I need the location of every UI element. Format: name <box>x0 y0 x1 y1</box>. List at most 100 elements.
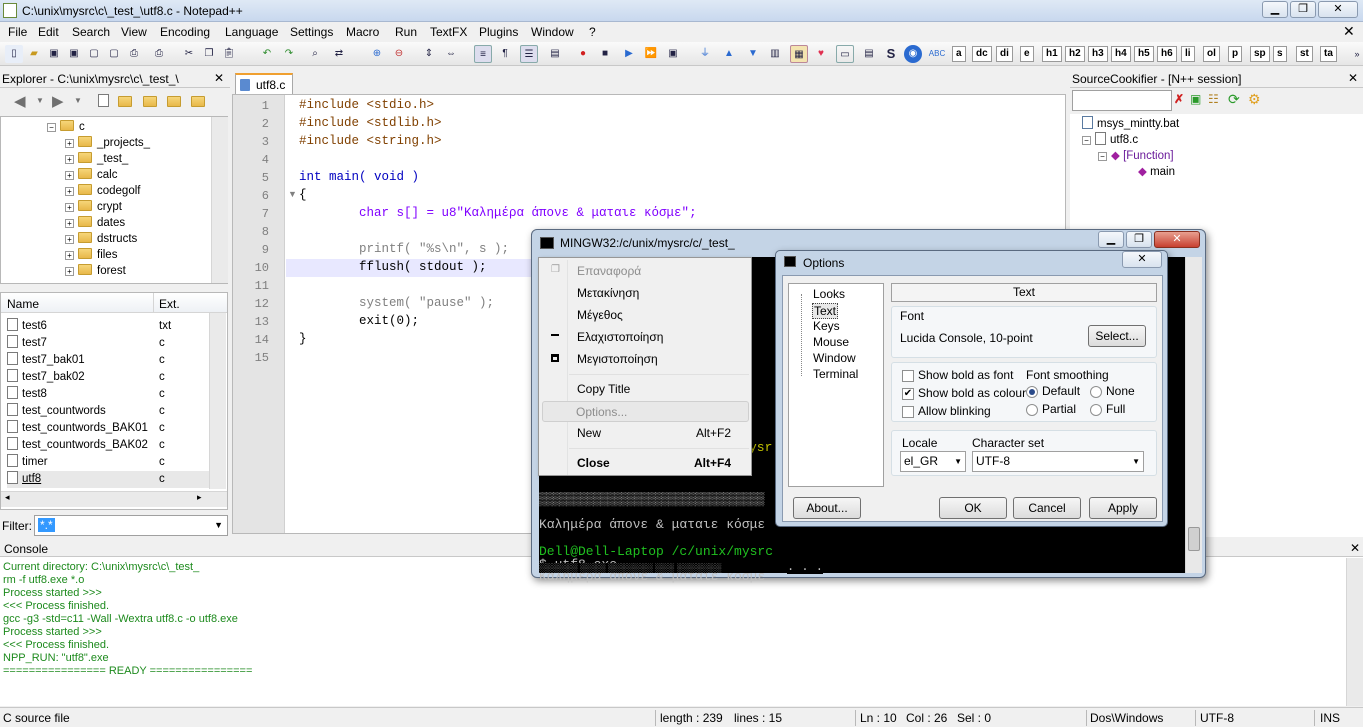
list-item[interactable]: test8 c <box>7 386 215 403</box>
play-macro-icon[interactable]: ▶ <box>620 45 638 63</box>
locale-select[interactable]: el_GR ▼ <box>900 451 966 472</box>
word-wrap-icon[interactable]: ≡ <box>474 45 492 63</box>
smoothing-default-radio[interactable] <box>1026 386 1038 398</box>
menu-window[interactable]: Window <box>531 25 574 39</box>
chevron-down-icon[interactable]: ▼ <box>214 516 223 535</box>
print-now-icon[interactable]: ⎙ <box>150 45 168 63</box>
ok-button[interactable]: OK <box>939 497 1007 519</box>
nav-window[interactable]: Window <box>813 351 856 365</box>
menu-close-doc-icon[interactable]: ✕ <box>1343 23 1355 40</box>
menu-language[interactable]: Language <box>225 25 278 39</box>
about-button[interactable]: About... <box>793 497 861 519</box>
menu-file[interactable]: File <box>8 25 27 39</box>
replace-icon[interactable]: ⇄ <box>330 45 348 63</box>
mingw-close-button[interactable]: ✕ <box>1154 231 1200 248</box>
sync-h-icon[interactable]: ⇔ <box>442 45 460 63</box>
paste-icon[interactable]: 📋︎ <box>220 45 238 63</box>
console-icon[interactable]: ▭ <box>836 45 854 63</box>
stop-macro-icon[interactable]: ■ <box>596 45 614 63</box>
scroll-left-icon[interactable]: ◂ <box>5 492 10 503</box>
menu-textfx[interactable]: TextFX <box>430 25 467 39</box>
list-item[interactable]: test_countwords_BAK02 c <box>7 437 215 454</box>
redo-icon[interactable]: ↷ <box>280 45 298 63</box>
tree-item[interactable]: + crypt <box>65 199 122 215</box>
save-icon[interactable]: ▣ <box>45 45 63 63</box>
menu-macro[interactable]: Macro <box>346 25 379 39</box>
file-list[interactable]: Name Ext. test6 txt test7 c test7_bak01 c t… <box>0 292 228 510</box>
menu-item-restore[interactable]: ❐ Επαναφορά <box>541 260 751 282</box>
heart-icon[interactable]: ♥ <box>812 45 830 63</box>
close-file-icon[interactable]: ▢ <box>85 45 103 63</box>
close-all-icon[interactable]: ▢ <box>105 45 123 63</box>
down-arrow-icon[interactable]: ▼ <box>744 45 762 63</box>
tree-scrollbar[interactable] <box>211 117 228 283</box>
spellcheck-icon[interactable]: ABC <box>928 45 946 63</box>
column-ext[interactable]: Ext. <box>159 297 180 311</box>
list-item-selected[interactable]: utf8 c <box>7 471 215 488</box>
html-tag-s[interactable]: s <box>1273 46 1287 62</box>
html-tag-ol[interactable]: ol <box>1203 46 1220 62</box>
menu-settings[interactable]: Settings <box>290 25 333 39</box>
menu-view[interactable]: View <box>121 25 147 39</box>
close-button[interactable]: ✕ <box>1318 1 1358 18</box>
open-folder-icon[interactable] <box>143 95 162 109</box>
cancel-button[interactable]: Cancel <box>1013 497 1081 519</box>
cookie-icon[interactable]: ◉ <box>904 45 922 63</box>
menu-run[interactable]: Run <box>395 25 417 39</box>
s-toggle-icon[interactable]: S <box>882 45 900 63</box>
options-close-button[interactable]: ✕ <box>1122 251 1162 268</box>
tree-item-c[interactable]: − c <box>47 119 85 135</box>
list-item[interactable]: test_countwords c <box>7 403 215 420</box>
save-macro-icon[interactable]: ▣ <box>664 45 682 63</box>
nav-keys[interactable]: Keys <box>813 319 840 333</box>
tree-item[interactable]: + files <box>65 247 117 263</box>
html-tag-st[interactable]: st <box>1296 46 1313 62</box>
undo-icon[interactable]: ↶ <box>258 45 276 63</box>
new-file-icon[interactable] <box>98 94 113 108</box>
menu-plugins[interactable]: Plugins <box>479 25 518 39</box>
new-file-icon[interactable]: ▯ <box>5 45 23 63</box>
list-item[interactable]: test7_bak01 c <box>7 352 215 369</box>
tree-item[interactable]: + forest <box>65 263 126 279</box>
html-tag-e[interactable]: e <box>1020 46 1034 62</box>
zoom-out-icon[interactable]: ⊖ <box>390 45 408 63</box>
cookifier-close-icon[interactable]: ✕ <box>1348 71 1358 85</box>
tree-item[interactable]: + _test_ <box>65 151 128 167</box>
menu-item-move[interactable]: Μετακίνηση <box>541 282 751 304</box>
refresh-doc-icon[interactable]: ▣ <box>1190 92 1201 106</box>
toolbar-overflow-icon[interactable]: » <box>1348 45 1363 63</box>
fold-marker-icon[interactable]: ▼ <box>288 189 297 199</box>
menu-item-new[interactable]: New Alt+F2 <box>541 422 751 444</box>
tree-item-function[interactable]: − ◆ [Function] <box>1098 148 1174 162</box>
sync-v-icon[interactable]: ⇕ <box>420 45 438 63</box>
options-nav-tree[interactable]: Looks Text Keys Mouse Window Terminal <box>788 283 884 487</box>
copy-icon[interactable]: ❐ <box>200 45 218 63</box>
up-arrow-icon[interactable]: ▲ <box>720 45 738 63</box>
html-tag-di[interactable]: di <box>996 46 1013 62</box>
fold-icon[interactable]: ⏚ <box>696 45 714 63</box>
select-font-button[interactable]: Select... <box>1088 325 1146 347</box>
filter-input[interactable]: *.* ▼ <box>34 515 228 536</box>
forward-icon[interactable]: ▶ <box>52 92 64 110</box>
doc-map-icon[interactable]: ▥ <box>766 45 784 63</box>
cookifier-search-input[interactable] <box>1072 90 1172 111</box>
sync-icon[interactable]: ⟳ <box>1228 91 1240 108</box>
allow-blinking-checkbox[interactable] <box>902 406 914 418</box>
tree-item-msys[interactable]: msys_mintty.bat <box>1082 116 1179 130</box>
html-tag-ta[interactable]: ta <box>1320 46 1337 62</box>
html-tag-h1[interactable]: h1 <box>1042 46 1062 62</box>
list-scrollbar[interactable] <box>209 313 226 489</box>
new-folder-icon[interactable] <box>118 95 137 109</box>
console-scrollbar[interactable] <box>1346 558 1363 706</box>
html-tag-li[interactable]: li <box>1181 46 1195 62</box>
back-dropdown-icon[interactable]: ▼ <box>36 96 44 105</box>
tree-item[interactable]: + dstructs <box>65 231 137 247</box>
nav-terminal[interactable]: Terminal <box>813 367 858 381</box>
nav-mouse[interactable]: Mouse <box>813 335 849 349</box>
charset-select[interactable]: UTF-8 ▼ <box>972 451 1144 472</box>
column-divider[interactable] <box>153 293 154 313</box>
npp-exec-icon[interactable]: ▤ <box>860 45 878 63</box>
html-tag-h4[interactable]: h4 <box>1111 46 1131 62</box>
show-bold-font-checkbox[interactable] <box>902 370 914 382</box>
list-item[interactable]: test7 c <box>7 335 215 352</box>
